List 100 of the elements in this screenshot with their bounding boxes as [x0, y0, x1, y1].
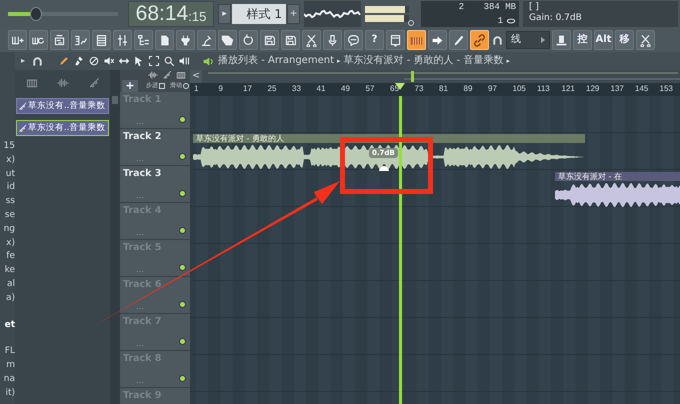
- save-button[interactable]: [260, 30, 279, 50]
- bar-number: 41: [316, 84, 326, 94]
- track-enable-dot[interactable]: [179, 264, 186, 271]
- save-button[interactable]: [281, 30, 300, 50]
- lamp-button[interactable]: [197, 30, 216, 50]
- memory-icon: [506, 16, 516, 26]
- audio-clip[interactable]: 草东没有派对 - 在: [555, 172, 680, 209]
- bar-number: 145: [635, 84, 648, 94]
- track-enable-dot[interactable]: [179, 116, 186, 123]
- speaker-icon: [202, 54, 216, 68]
- clip-path: 草东没有派对 - 勇敢的人 - 音量乘数: [344, 55, 504, 67]
- browser-entry[interactable]: ss: [0, 195, 15, 209]
- keyboard-icon: [26, 77, 38, 89]
- browser-entry[interactable]: id: [0, 181, 15, 196]
- bar-number: 153: [660, 84, 673, 94]
- browser-entry[interactable]: it): [0, 386, 15, 401]
- track-enable-dot[interactable]: [179, 375, 186, 382]
- browser-entry[interactable]: a): [0, 292, 15, 306]
- link-button[interactable]: [470, 30, 489, 50]
- browser-entry[interactable]: FL: [0, 345, 15, 360]
- track-name[interactable]: Track 2: [123, 131, 162, 142]
- time-value: 68:14: [136, 2, 188, 25]
- gain-handle-icon[interactable]: [379, 166, 389, 171]
- arrow-button[interactable]: [428, 30, 447, 50]
- pencil-icon: [58, 55, 70, 67]
- bar-number: 57: [366, 84, 374, 94]
- refresh-button[interactable]: [239, 30, 258, 50]
- pattern-menu-button[interactable]: ▸: [218, 4, 231, 24]
- scrollbar-thumb[interactable]: [112, 96, 118, 104]
- automation-clip-item[interactable]: 草东没有..音量乘数: [16, 98, 109, 114]
- scissors-button[interactable]: [636, 30, 655, 50]
- panel-icon: [53, 34, 66, 46]
- pen-button[interactable]: [449, 30, 468, 50]
- add-pattern-button[interactable]: +: [287, 4, 300, 24]
- hint-text: Gain: 0.7dB: [529, 12, 583, 24]
- track-enable-dot[interactable]: [179, 227, 186, 234]
- piano-button[interactable]: [407, 30, 426, 50]
- toolbar-button[interactable]: 移: [615, 30, 634, 50]
- bar-number: 17: [243, 84, 252, 94]
- cpu-value: 2: [458, 1, 465, 14]
- browser-entry[interactable]: al: [0, 278, 15, 292]
- bar-number: 9: [218, 84, 223, 94]
- bar-number: 33: [292, 84, 301, 94]
- checkbox-icon[interactable]: [159, 83, 165, 89]
- prohibit-icon: [88, 55, 100, 67]
- bar-number: 89: [464, 84, 472, 94]
- browser-entry[interactable]: ke: [0, 264, 15, 278]
- zoom-icon: [163, 55, 176, 67]
- browser-entry[interactable]: x): [0, 154, 15, 168]
- loop-button[interactable]: [29, 30, 48, 50]
- bar-number: 97: [488, 84, 497, 94]
- automation-icon: [162, 70, 172, 80]
- browser-entry[interactable]: m: [0, 359, 15, 373]
- hat-button[interactable]: [552, 30, 571, 50]
- track-name[interactable]: Track 3: [123, 168, 162, 179]
- track-enable-dot[interactable]: [179, 190, 186, 197]
- track-enable-dot[interactable]: [179, 301, 186, 308]
- browser-entry[interactable]: na: [0, 372, 15, 387]
- double-arrow-icon: [118, 55, 130, 67]
- snap-dropdown[interactable]: 线: [506, 31, 550, 49]
- toolbar-button[interactable]: Alt: [594, 30, 613, 50]
- browser-entry[interactable]: ng: [0, 222, 15, 237]
- magnet-icon: [31, 54, 44, 68]
- list-button[interactable]: [92, 30, 111, 50]
- selection-icon: [148, 55, 160, 67]
- pattern-selector[interactable]: 样式 1: [232, 4, 286, 24]
- plug-button[interactable]: [176, 30, 195, 50]
- bars-plus-button[interactable]: [8, 30, 27, 50]
- tree-button[interactable]: [134, 30, 153, 50]
- microphone-button[interactable]: [323, 30, 342, 50]
- scissors-button[interactable]: [302, 30, 321, 50]
- browser-entry[interactable]: ut: [0, 168, 15, 182]
- track-enable-dot[interactable]: [179, 338, 186, 345]
- scissors-icon: [639, 34, 652, 46]
- scroll-left-button[interactable]: <: [190, 70, 202, 83]
- browser-entry[interactable]: 15: [0, 140, 15, 154]
- waveform-icon: [148, 70, 158, 80]
- automation-icon: [18, 102, 27, 110]
- toolbar-button[interactable]: ?: [365, 30, 384, 50]
- document-button[interactable]: [155, 30, 174, 50]
- automation-icon: [18, 124, 27, 132]
- automation-clip-item[interactable]: 草东没有..音量乘数: [16, 120, 109, 136]
- browser-entry[interactable]: se: [0, 208, 15, 223]
- menu-arrow[interactable]: ▸: [21, 56, 26, 66]
- sliders-button[interactable]: [113, 30, 132, 50]
- add-track-button[interactable]: +: [122, 80, 138, 92]
- toolbar-button[interactable]: 控: [573, 30, 592, 50]
- panel-button[interactable]: [50, 30, 69, 50]
- browser-entry[interactable]: x): [0, 236, 15, 250]
- browser-entry[interactable]: fe: [0, 250, 15, 264]
- list-icon: [95, 34, 108, 46]
- playhead-line[interactable]: [399, 96, 402, 404]
- slider-knob[interactable]: [30, 7, 42, 21]
- bar-number: 49: [341, 84, 350, 94]
- save-icon: [263, 34, 276, 46]
- speech-bubble-button[interactable]: [344, 30, 363, 50]
- window-button[interactable]: [386, 30, 405, 50]
- track-enable-dot[interactable]: [179, 153, 186, 160]
- radio-icon[interactable]: [183, 83, 189, 89]
- steps-button[interactable]: [71, 30, 90, 50]
